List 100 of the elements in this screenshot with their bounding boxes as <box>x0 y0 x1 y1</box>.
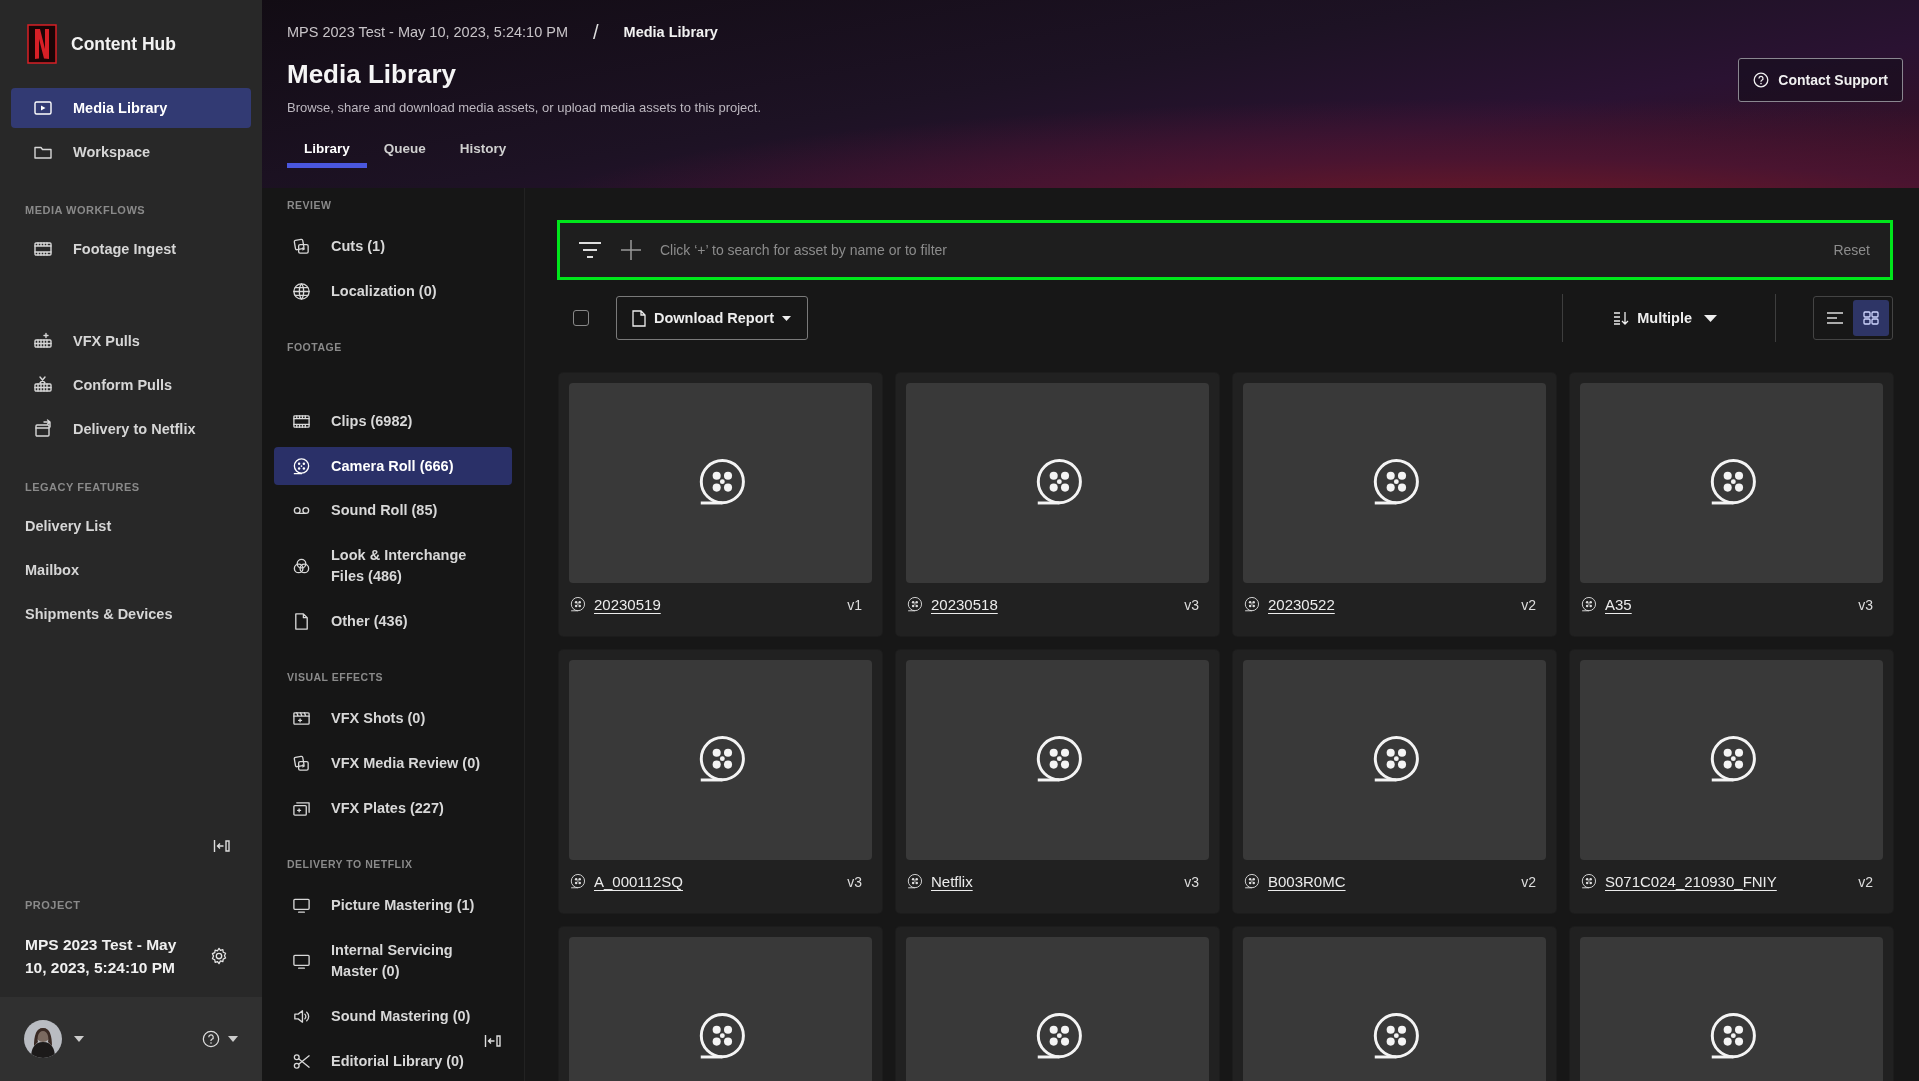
film-reel-icon <box>906 873 923 890</box>
logo-icon <box>27 24 57 64</box>
nav-item[interactable]: VFX Plates (227) <box>274 786 512 831</box>
asset-name-link[interactable]: S071C024_210930_FNIY <box>1605 873 1777 890</box>
monitor-icon <box>292 896 311 915</box>
document-icon <box>292 612 311 631</box>
breadcrumb-item[interactable]: MPS 2023 Test - May 10, 2023, 5:24:10 PM <box>287 24 569 40</box>
section-heading: MEDIA WORKFLOWS <box>25 203 147 218</box>
nav-item[interactable]: Picture Mastering (1) <box>274 883 512 928</box>
tab[interactable]: Queue <box>366 128 443 168</box>
speaker-icon <box>292 1007 311 1026</box>
filter-icon[interactable] <box>578 241 602 259</box>
film-reel-icon <box>1580 873 1597 890</box>
nav-item[interactable]: VFX Media Review (0) <box>274 741 512 786</box>
collapse-icon[interactable] <box>213 838 231 854</box>
help-icon[interactable] <box>202 1030 220 1048</box>
page-description: Browse, share and download media assets, or upload media assets to this project. <box>287 100 762 115</box>
nav-item[interactable]: Internal Servicing Master (0) <box>274 928 512 994</box>
tab[interactable]: Library <box>287 128 367 168</box>
nav-item[interactable]: Camera Roll (666) <box>274 447 512 485</box>
asset-card[interactable]: 20230519 v1 <box>559 373 882 636</box>
film-reel-icon <box>1580 596 1597 613</box>
nav-item[interactable]: Conform Pulls <box>11 365 251 405</box>
asset-name-link[interactable]: 20230519 <box>594 596 661 613</box>
nav-item[interactable]: Other (436) <box>274 599 512 644</box>
reset-link[interactable]: Reset <box>1833 242 1870 258</box>
nav-item[interactable]: Workspace <box>11 132 251 172</box>
contact-support-button[interactable]: Contact Support <box>1738 58 1903 102</box>
asset-card[interactable]: 20230522 v2 <box>1233 373 1556 636</box>
asset-name-link[interactable]: A35 <box>1605 596 1632 613</box>
nav-item[interactable]: VFX Pulls <box>11 321 251 361</box>
film-strip-icon <box>33 239 53 259</box>
nav-item[interactable]: Delivery List <box>11 506 251 546</box>
asset-thumbnail[interactable] <box>1580 383 1883 583</box>
film-sparkle-icon <box>33 331 53 351</box>
section-heading: VISUAL EFFECTS <box>287 670 385 685</box>
nav-item[interactable]: Footage Ingest <box>11 229 251 269</box>
version-label: v3 <box>1184 596 1199 613</box>
asset-thumbnail[interactable] <box>906 383 1209 583</box>
asset-name-link[interactable]: A_000112SQ <box>594 873 683 890</box>
list-view-icon <box>1827 312 1843 324</box>
asset-thumbnail[interactable] <box>1243 660 1546 860</box>
globe-icon <box>292 282 311 301</box>
version-label: v3 <box>847 873 862 890</box>
asset-card[interactable]: A35 v3 <box>1570 373 1893 636</box>
media-stack-icon <box>292 754 311 773</box>
film-reel-icon <box>906 596 923 613</box>
play-icon <box>33 98 53 118</box>
nav-item[interactable]: Cuts (1) <box>274 224 512 269</box>
search-field[interactable]: Click ‘+’ to search for asset by name or to filter <box>660 242 1816 258</box>
breadcrumb-item: Media Library <box>623 24 718 40</box>
asset-thumbnail[interactable] <box>569 383 872 583</box>
caret-icon <box>782 315 792 321</box>
project-name: MPS 2023 Test - May 10, 2023, 5:24:10 PM <box>25 935 178 978</box>
settings-icon[interactable] <box>210 947 228 965</box>
image-stack-icon <box>292 799 311 818</box>
asset-card[interactable]: Netflix v3 <box>896 650 1219 913</box>
film-strip-icon <box>292 412 311 431</box>
nav-item[interactable]: Media Library <box>11 88 251 128</box>
asset-name-link[interactable]: B003R0MC <box>1268 873 1346 890</box>
asset-thumbnail[interactable] <box>1580 660 1883 860</box>
asset-card[interactable]: A_000112SQ v3 <box>559 650 882 913</box>
asset-thumbnail[interactable] <box>569 660 872 860</box>
nav-item[interactable]: Look & Interchange Files (486) <box>274 533 512 599</box>
overlapping-circles-icon <box>292 556 311 576</box>
media-stack-icon <box>292 237 311 256</box>
section-heading: REVIEW <box>287 198 333 213</box>
tab[interactable]: History <box>442 128 524 168</box>
nav-item[interactable]: Sound Roll (85) <box>274 488 512 533</box>
nav-item[interactable]: Shipments & Devices <box>11 594 251 634</box>
app-title: Content Hub <box>71 33 176 55</box>
caret-icon[interactable] <box>74 1036 84 1042</box>
view-toggle-button[interactable] <box>1853 300 1889 336</box>
caret-icon[interactable] <box>228 1036 238 1042</box>
asset-name-link[interactable]: Netflix <box>931 873 973 890</box>
breadcrumb-separator: / <box>593 20 599 44</box>
nav-item[interactable]: Localization (0) <box>274 269 512 314</box>
asset-name-link[interactable]: 20230522 <box>1268 596 1335 613</box>
nav-item[interactable]: Sound Mastering (0) <box>274 994 512 1039</box>
asset-thumbnail[interactable] <box>906 660 1209 860</box>
nav-item[interactable]: VFX Shots (0) <box>274 696 512 741</box>
asset-thumbnail[interactable] <box>1243 383 1546 583</box>
nav-item[interactable]: Clips (6982) <box>274 399 512 444</box>
select-all-checkbox[interactable] <box>573 310 589 326</box>
asset-card[interactable]: B003R0MC v2 <box>1233 650 1556 913</box>
collapse-icon[interactable] <box>484 1033 502 1049</box>
film-reel-icon <box>292 456 311 476</box>
download-report-button[interactable]: Download Report <box>616 296 809 340</box>
scissors-icon <box>292 1052 311 1071</box>
asset-name-link[interactable]: 20230518 <box>931 596 998 613</box>
asset-card[interactable]: 20230518 v3 <box>896 373 1219 636</box>
nav-item[interactable]: Mailbox <box>11 550 251 590</box>
avatar[interactable] <box>24 1020 62 1058</box>
sort-dropdown[interactable]: Multiple <box>1613 310 1717 326</box>
asset-card[interactable]: S071C024_210930_FNIY v2 <box>1570 650 1893 913</box>
caret-icon <box>1704 314 1717 322</box>
add-icon[interactable] <box>620 239 642 261</box>
nav-item[interactable]: Editorial Library (0) <box>274 1039 512 1081</box>
page-title: Media Library <box>287 58 458 90</box>
nav-item[interactable]: Delivery to Netflix <box>11 409 251 449</box>
